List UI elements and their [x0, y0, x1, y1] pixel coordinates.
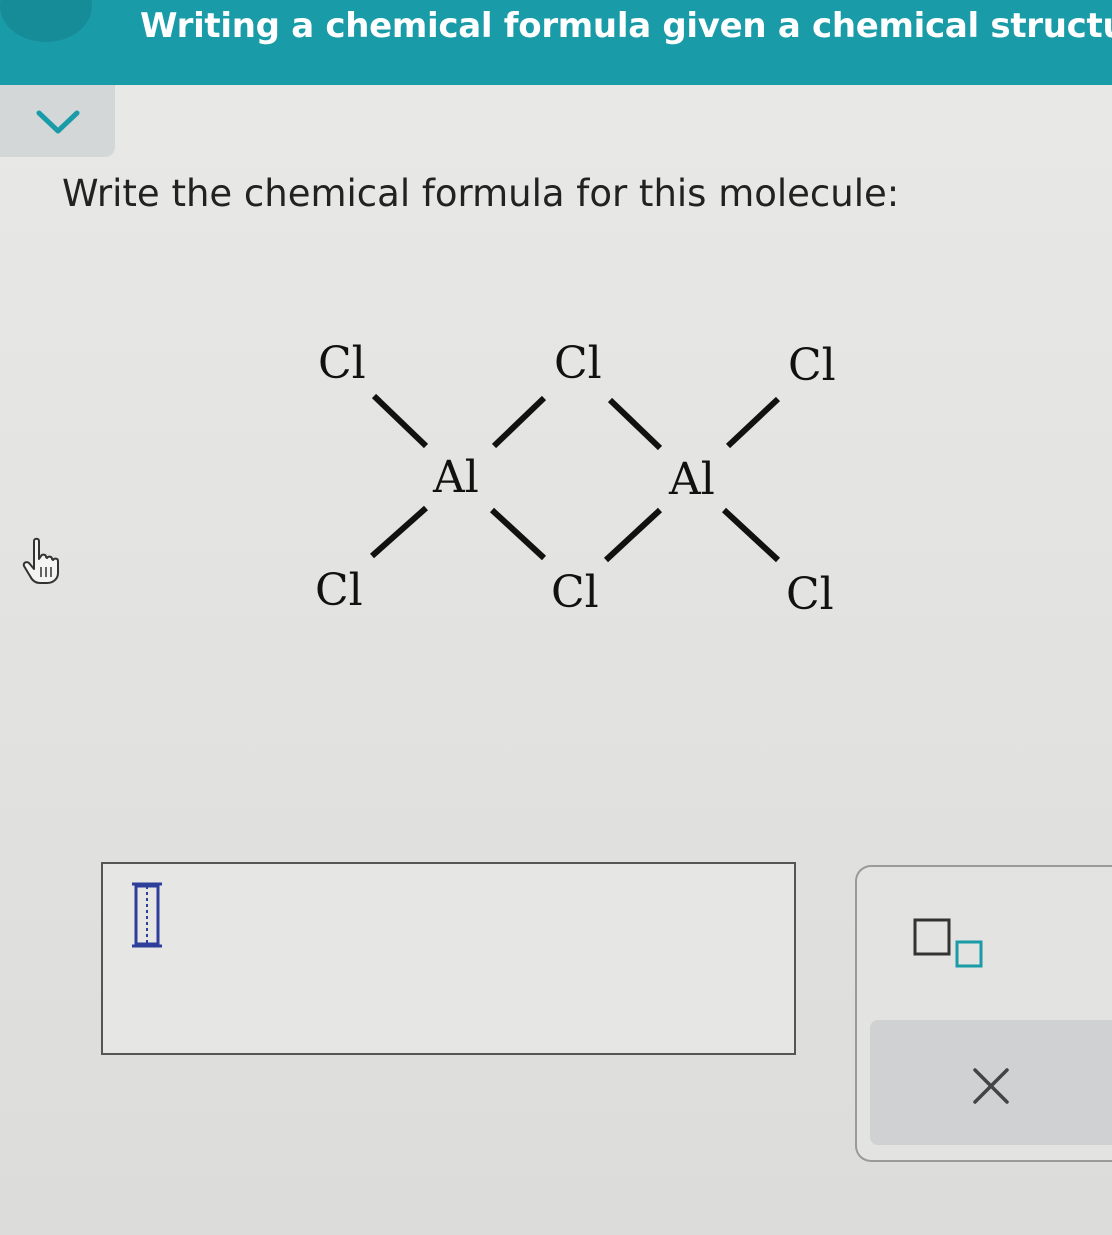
hand-pointer-icon — [22, 537, 59, 584]
text-cursor-icon — [132, 882, 162, 948]
atom-cl-bottom-right: Cl — [786, 569, 834, 620]
bond-cl-top-middle-al-right — [607, 397, 663, 451]
atom-cl-bottom-left: Cl — [315, 565, 363, 616]
clear-button[interactable] — [870, 1020, 1112, 1145]
bond-al-right-cl-top-right — [725, 396, 781, 449]
atom-cl-top-middle: Cl — [554, 338, 602, 389]
answer-input[interactable] — [101, 862, 796, 1055]
bond-cl-top-left-al-left — [371, 393, 429, 449]
bond-cl-bottom-left-al-left — [370, 505, 428, 559]
atom-al-left: Al — [432, 452, 479, 503]
close-icon — [973, 1068, 1009, 1104]
subscript-icon — [913, 918, 983, 968]
atom-cl-bottom-middle: Cl — [551, 567, 599, 618]
atom-cl-top-left: Cl — [318, 338, 366, 389]
bond-al-left-cl-bottom-middle — [489, 507, 547, 561]
atom-al-right: Al — [668, 454, 715, 505]
subscript-button[interactable] — [906, 912, 996, 972]
bond-al-right-cl-bottom-right — [721, 507, 781, 563]
bond-cl-bottom-middle-al-right — [603, 507, 663, 563]
atom-cl-top-right: Cl — [788, 340, 836, 391]
bond-al-left-cl-top-middle — [491, 395, 547, 449]
